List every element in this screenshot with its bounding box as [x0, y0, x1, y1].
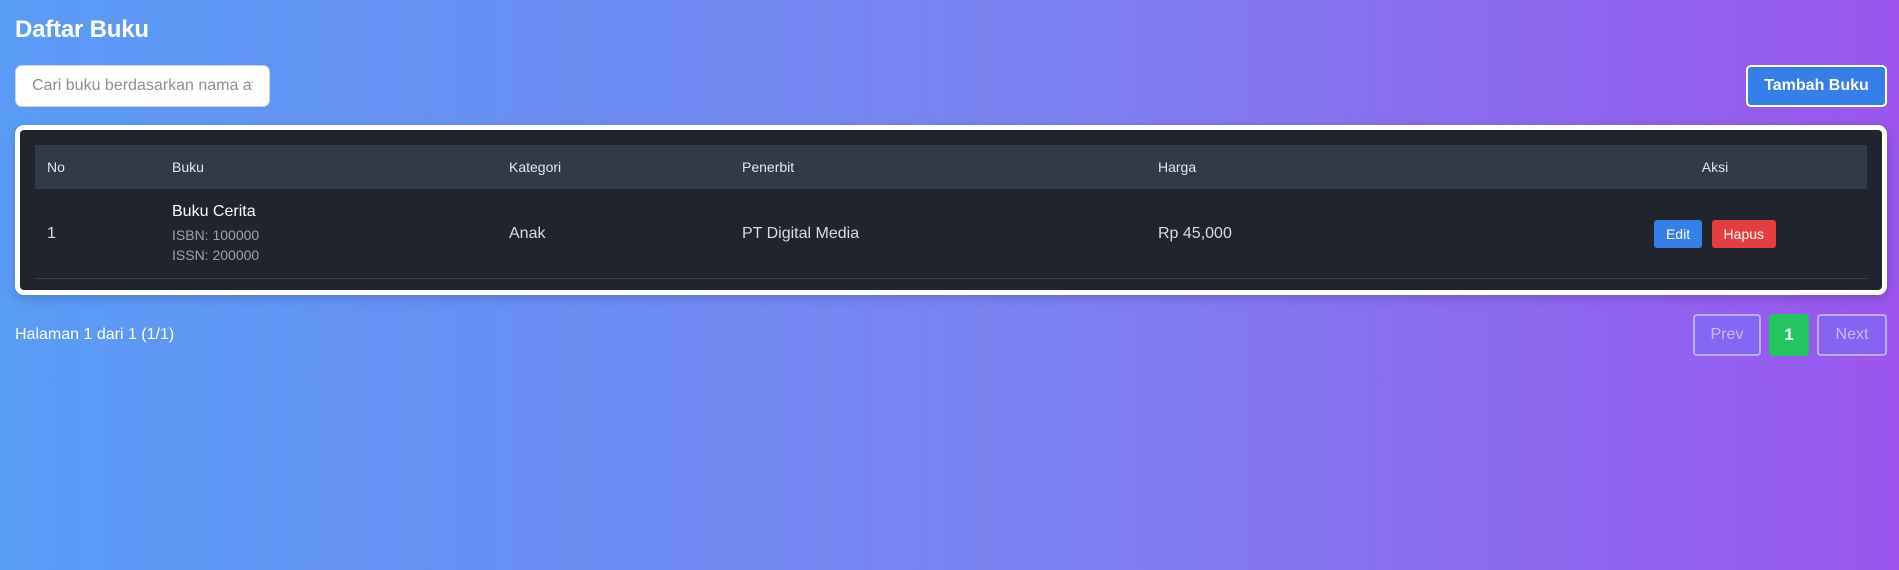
cell-aksi: Edit Hapus: [1563, 189, 1867, 279]
cell-buku: Buku Cerita ISBN: 100000 ISSN: 200000: [160, 189, 497, 279]
cell-kategori: Anak: [497, 189, 730, 279]
add-book-button[interactable]: Tambah Buku: [1746, 65, 1887, 107]
column-header-aksi: Aksi: [1563, 145, 1867, 189]
cell-no: 1: [35, 189, 160, 279]
book-table-card: No Buku Kategori Penerbit Harga Aksi 1 B…: [15, 125, 1887, 295]
search-input[interactable]: [15, 65, 270, 107]
page-title: Daftar Buku: [15, 16, 149, 43]
table-header-row: No Buku Kategori Penerbit Harga Aksi: [35, 145, 1867, 189]
delete-button[interactable]: Hapus: [1711, 219, 1777, 248]
book-title: Buku Cerita: [172, 202, 256, 220]
prev-page-button[interactable]: Prev: [1693, 314, 1761, 356]
pagination-info: Halaman 1 dari 1 (1/1): [15, 326, 175, 343]
cell-penerbit: PT Digital Media: [730, 189, 1146, 279]
column-header-no: No: [35, 145, 160, 189]
next-page-button[interactable]: Next: [1817, 314, 1887, 356]
table-row: 1 Buku Cerita ISBN: 100000 ISSN: 200000 …: [35, 189, 1867, 279]
column-header-buku: Buku: [160, 145, 497, 189]
cell-harga: Rp 45,000: [1146, 189, 1563, 279]
book-issn: ISSN: 200000: [172, 246, 260, 263]
column-header-penerbit: Penerbit: [730, 145, 1146, 189]
page-number-button[interactable]: 1: [1769, 314, 1809, 356]
edit-button[interactable]: Edit: [1653, 219, 1703, 248]
column-header-harga: Harga: [1146, 145, 1563, 189]
book-isbn: ISBN: 100000: [172, 226, 260, 243]
column-header-kategori: Kategori: [497, 145, 730, 189]
book-table: No Buku Kategori Penerbit Harga Aksi 1 B…: [35, 145, 1867, 279]
